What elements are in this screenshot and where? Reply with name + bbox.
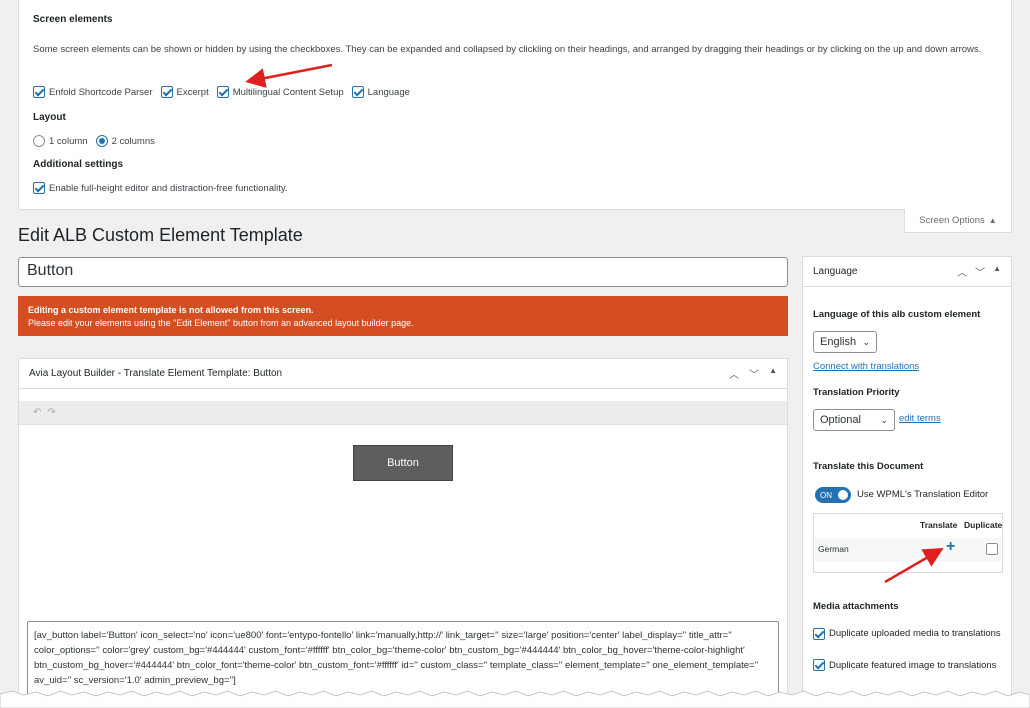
language-box-header[interactable]: Language ︿ ﹀ ▲ <box>803 257 1011 287</box>
media-option-2[interactable]: Duplicate featured image to translations <box>813 659 996 671</box>
media-option-2-label: Duplicate featured image to translations <box>829 659 997 671</box>
layout-heading: Layout <box>33 112 66 123</box>
alb-toolbar: ↶ ↷ <box>19 401 787 425</box>
checkbox-label: Excerpt <box>176 86 209 98</box>
torn-edge-decoration <box>0 690 1030 708</box>
duplicate-checkbox[interactable] <box>986 543 998 555</box>
screen-options-tab[interactable]: Screen Options ▲ <box>904 209 1012 233</box>
checkbox-icon[interactable] <box>216 86 229 98</box>
edit-terms-link[interactable]: edit terms <box>899 413 941 424</box>
checkbox-icon[interactable] <box>351 86 364 98</box>
error-notice-title: Editing a custom element template is not… <box>28 305 314 315</box>
translation-editor-toggle[interactable]: ON <box>815 487 851 503</box>
checkbox-icon[interactable] <box>813 628 825 640</box>
chevron-down-icon: ⌄ <box>862 336 870 347</box>
screen-elements-heading: Screen elements <box>33 14 113 25</box>
checkbox-label: Enable full-height editor and distractio… <box>49 182 288 194</box>
radio-label: 2 columns <box>111 135 155 147</box>
radio-2-columns[interactable]: 2 columns <box>95 135 155 147</box>
media-attachments-label: Media attachments <box>813 601 899 612</box>
checkbox-enfold-shortcode-parser[interactable]: Enfold Shortcode Parser <box>33 86 153 98</box>
translation-priority-value: Optional <box>820 414 861 426</box>
layout-options: 1 column 2 columns <box>33 135 163 147</box>
language-select-value: English <box>820 336 857 348</box>
chevron-up-icon[interactable]: ︿ <box>957 264 967 279</box>
screen-elements-checkboxes: Enfold Shortcode Parser Excerpt Multilin… <box>33 86 418 98</box>
alb-box-title: Avia Layout Builder - Translate Element … <box>29 368 283 379</box>
screen-options-tab-label: Screen Options <box>919 215 985 226</box>
checkbox-icon[interactable] <box>33 182 45 194</box>
add-translation-plus-icon[interactable]: + <box>946 538 955 556</box>
radio-1-column[interactable]: 1 column <box>33 135 88 147</box>
button-element-preview[interactable]: Button <box>353 445 453 481</box>
translate-document-label: Translate this Document <box>813 461 924 472</box>
language-box-controls: ︿ ﹀ ▲ <box>957 264 1001 279</box>
chevron-down-icon[interactable]: ﹀ <box>975 264 985 279</box>
language-of-element-label: Language of this alb custom element <box>813 309 981 320</box>
translation-priority-select[interactable]: Optional ⌄ <box>813 409 895 431</box>
connect-with-translations-link[interactable]: Connect with translations <box>813 361 919 372</box>
row-language-name: German <box>818 544 849 554</box>
translation-priority-label: Translation Priority <box>813 387 900 398</box>
alb-canvas: Button <box>19 425 787 615</box>
error-notice: Editing a custom element template is not… <box>18 296 788 336</box>
alb-box-header[interactable]: Avia Layout Builder - Translate Element … <box>19 359 787 389</box>
checkbox-icon[interactable] <box>160 86 173 98</box>
additional-settings-row: Enable full-height editor and distractio… <box>33 182 296 194</box>
col-duplicate-header: Duplicate <box>964 520 1003 530</box>
checkbox-icon[interactable] <box>33 86 45 98</box>
alb-box-controls: ︿ ﹀ ▲ <box>729 366 777 381</box>
error-notice-message: Please edit your elements using the "Edi… <box>28 318 414 328</box>
chevron-down-icon[interactable]: ﹀ <box>749 366 759 381</box>
radio-icon[interactable] <box>95 135 108 147</box>
toggle-triangle-icon[interactable]: ▲ <box>993 264 1001 279</box>
translation-table: Translate Duplicate German + <box>813 513 1003 573</box>
checkbox-label: Enfold Shortcode Parser <box>49 86 153 98</box>
screen-elements-description: Some screen elements can be shown or hid… <box>33 44 982 55</box>
checkbox-multilingual-content-setup[interactable]: Multilingual Content Setup <box>216 86 344 98</box>
radio-label: 1 column <box>49 135 88 147</box>
shortcode-textarea[interactable]: [av_button label='Button' icon_select='n… <box>27 621 779 701</box>
media-option-1[interactable]: Duplicate uploaded media to translations <box>813 627 1003 640</box>
chevron-down-icon: ⌄ <box>880 414 888 425</box>
media-option-1-label: Duplicate uploaded media to translations <box>829 628 1001 639</box>
checkbox-excerpt[interactable]: Excerpt <box>160 86 209 98</box>
toggle-state-label: ON <box>820 490 832 500</box>
language-box-title: Language <box>813 266 858 277</box>
checkbox-full-height-editor[interactable]: Enable full-height editor and distractio… <box>33 182 288 194</box>
checkbox-language[interactable]: Language <box>351 86 410 98</box>
checkbox-label: Multilingual Content Setup <box>232 86 344 98</box>
translation-editor-label: Use WPML's Translation Editor <box>857 489 989 500</box>
language-select[interactable]: English ⌄ <box>813 331 877 353</box>
redo-icon[interactable]: ↷ <box>47 407 55 418</box>
post-title-input[interactable]: Button <box>18 257 788 287</box>
toggle-triangle-icon[interactable]: ▲ <box>769 366 777 381</box>
chevron-up-icon[interactable]: ︿ <box>729 366 739 381</box>
col-translate-header: Translate <box>920 520 958 530</box>
undo-icon[interactable]: ↶ <box>33 407 41 418</box>
language-box: Language ︿ ﹀ ▲ Language of this alb cust… <box>802 256 1012 703</box>
avia-layout-builder-box: Avia Layout Builder - Translate Element … <box>18 358 788 703</box>
page-title: Edit ALB Custom Element Template <box>18 225 303 245</box>
checkbox-label: Language <box>367 86 410 98</box>
radio-icon[interactable] <box>33 135 45 147</box>
checkbox-icon[interactable] <box>813 659 825 671</box>
additional-settings-heading: Additional settings <box>33 159 123 170</box>
triangle-up-icon: ▲ <box>988 216 997 225</box>
screen-options-panel: Screen elements Some screen elements can… <box>18 0 1012 210</box>
